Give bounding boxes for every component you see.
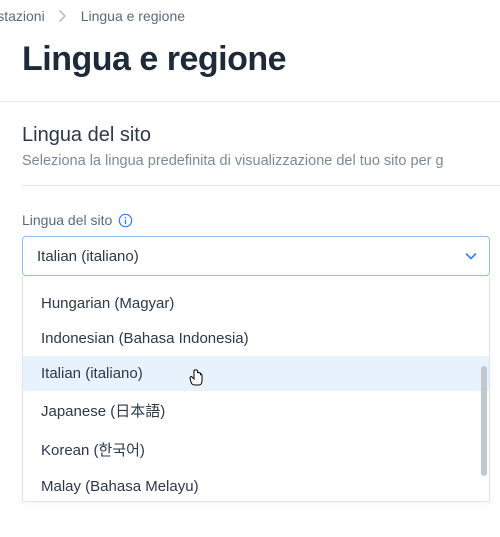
chevron-down-icon <box>465 248 477 265</box>
dropdown-option-partial[interactable]: Hindi (हिन्दी) <box>23 276 489 286</box>
dropdown-option[interactable]: Indonesian (Bahasa Indonesia) <box>23 321 489 356</box>
language-dropdown: Hindi (हिन्दी) Hungarian (Magyar) Indone… <box>22 276 490 502</box>
field-label: Lingua del sito <box>22 212 112 228</box>
scrollbar-thumb[interactable] <box>481 366 487 476</box>
page-title: Lingua e regione <box>0 32 500 101</box>
breadcrumb: mpostazioni Lingua e regione <box>0 0 500 32</box>
language-select[interactable]: Italian (italiano) <box>22 236 490 276</box>
field-label-row: Lingua del sito <box>22 212 500 228</box>
divider <box>22 185 500 186</box>
section-title: Lingua del sito <box>22 124 500 147</box>
scrollbar[interactable] <box>481 346 487 506</box>
content-area: Lingua del sito Seleziona la lingua pred… <box>0 101 500 502</box>
section-description: Seleziona la lingua predefinita di visua… <box>22 153 500 169</box>
pointer-cursor-icon <box>188 367 206 391</box>
dropdown-option[interactable]: Korean (한국어) <box>23 430 489 469</box>
dropdown-option[interactable]: Malay (Bahasa Melayu) <box>23 469 489 501</box>
dropdown-option[interactable]: Hungarian (Magyar) <box>23 286 489 321</box>
chevron-right-icon <box>59 10 67 22</box>
select-value: Italian (italiano) <box>37 248 139 265</box>
info-icon[interactable] <box>118 213 133 228</box>
dropdown-option[interactable]: Japanese (日本語) <box>23 391 489 430</box>
breadcrumb-current[interactable]: Lingua e regione <box>81 8 185 24</box>
dropdown-option-selected[interactable]: Italian (italiano) <box>23 356 489 391</box>
breadcrumb-prev[interactable]: mpostazioni <box>0 8 45 24</box>
